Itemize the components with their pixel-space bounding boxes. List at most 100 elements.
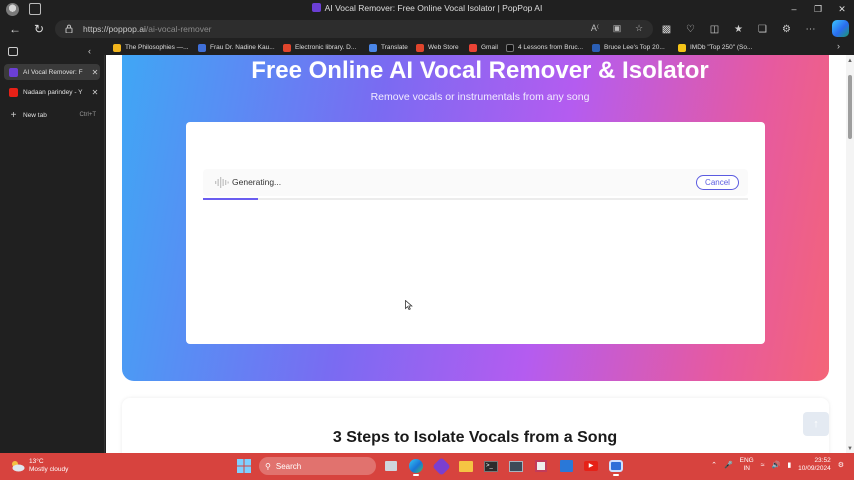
minimize-icon[interactable]: –	[782, 0, 806, 18]
bookmark-item[interactable]: Translate	[369, 41, 408, 54]
notification-bell-icon[interactable]: ⚙	[838, 461, 844, 469]
more-menu-icon[interactable]: ⋯	[801, 21, 820, 37]
performance-icon[interactable]: ⚙	[777, 21, 796, 37]
favorite-star-icon[interactable]: ☆	[633, 22, 645, 35]
bookmark-item[interactable]: IMDb "Top 250" (So...	[678, 41, 752, 54]
webstore-icon	[416, 43, 424, 52]
bookmark-item[interactable]: Bruce Lee's Top 20...	[592, 41, 665, 54]
back-button[interactable]: ←	[7, 21, 23, 37]
copilot-icon[interactable]	[832, 20, 849, 37]
scrollbar-thumb[interactable]	[848, 75, 852, 139]
lock-icon[interactable]	[65, 24, 73, 33]
lang-region: IN	[743, 465, 750, 472]
url-path: /ai-vocal-remover	[145, 24, 212, 34]
bookmark-label: IMDb "Top 250" (So...	[690, 44, 753, 51]
collapse-sidebar-icon[interactable]: ‹	[88, 46, 91, 56]
philosophy-icon	[113, 43, 121, 52]
calendar-app-icon[interactable]	[556, 456, 576, 476]
chevron-right-icon[interactable]: ›	[837, 41, 840, 51]
tab-label: AI Vocal Remover: F	[23, 68, 83, 76]
paint-app-icon[interactable]	[431, 456, 451, 476]
snipping-tool-icon[interactable]	[531, 456, 551, 476]
tab-ai-vocal-remover[interactable]: AI Vocal Remover: F ✕	[4, 64, 100, 80]
task-view-icon[interactable]	[381, 456, 401, 476]
bookmark-label: Frau Dr. Nadine Kau...	[210, 44, 275, 51]
page-scrollbar[interactable]: ▲ ▼	[846, 55, 854, 453]
bookmark-label: Web Store	[428, 44, 459, 51]
bookmark-item[interactable]: The Philosophies —...	[113, 41, 189, 54]
arrow-up-icon: ↑	[813, 418, 819, 430]
bookmark-label: Translate	[381, 44, 408, 51]
window-titlebar: AI Vocal Remover: Free Online Vocal Isol…	[0, 0, 854, 18]
scroll-to-top-button[interactable]: ↑	[803, 412, 829, 436]
weather-description: Mostly cloudy	[29, 466, 69, 473]
generating-status-bar: Generating... Cancel	[203, 169, 748, 196]
screen-recorder-icon[interactable]	[606, 456, 626, 476]
wifi-icon[interactable]: ≈	[761, 462, 765, 469]
youtube-app-icon[interactable]: ▶	[581, 456, 601, 476]
bookmark-label: Gmail	[481, 44, 498, 51]
tab-nadaan-parindey[interactable]: Nadaan parindey - Y ✕	[4, 84, 100, 100]
collections-icon[interactable]: ❏	[753, 21, 772, 37]
new-tab-shortcut: Ctrl+T	[79, 112, 97, 118]
split-screen-icon[interactable]: ◫	[705, 21, 724, 37]
taskbar-search[interactable]: ⚲ Search	[259, 457, 376, 475]
search-placeholder: Search	[275, 461, 302, 471]
medium-icon	[506, 43, 514, 52]
hero-title: Free Online AI Vocal Remover & Isolator	[251, 57, 709, 84]
bookmark-label: Bruce Lee's Top 20...	[604, 44, 665, 51]
language-indicator[interactable]: ENG IN	[740, 457, 754, 473]
upload-card: Generating... Cancel	[186, 122, 765, 344]
close-tab-icon[interactable]: ✕	[90, 68, 100, 77]
bookmark-label: The Philosophies —...	[125, 44, 189, 51]
translate-icon	[369, 43, 377, 52]
read-aloud-icon[interactable]: A⁽	[589, 22, 601, 35]
immersive-reader-icon[interactable]: ▣	[611, 22, 623, 35]
close-tab-icon[interactable]: ✕	[90, 88, 100, 97]
extension-icon[interactable]: ▩	[657, 21, 676, 37]
plus-icon: +	[10, 109, 17, 121]
windows-start-icon[interactable]	[234, 456, 254, 476]
new-tab-button[interactable]: + New tab Ctrl+T	[4, 107, 100, 123]
bookmark-item[interactable]: Gmail	[469, 41, 498, 54]
new-tab-label: New tab	[23, 111, 47, 119]
poppop-favicon-icon	[311, 3, 321, 12]
clock-time: 23:52	[814, 457, 831, 464]
browser-essentials-icon[interactable]: ♡	[681, 21, 700, 37]
navigation-bar: ← ↻ https://poppop.ai/ai-vocal-remover A…	[0, 18, 854, 40]
cancel-button[interactable]: Cancel	[696, 175, 739, 190]
volume-icon[interactable]: 🔊	[772, 461, 781, 469]
file-explorer-icon[interactable]	[456, 456, 476, 476]
edge-icon[interactable]	[406, 456, 426, 476]
bookmark-item[interactable]: 4 Lessons from Bruc...	[506, 41, 583, 54]
wikipedia-icon	[592, 43, 600, 52]
bookmark-item[interactable]: Web Store	[416, 41, 459, 54]
weather-widget[interactable]: 13°C Mostly cloudy	[10, 458, 68, 474]
doc-icon	[198, 43, 206, 52]
address-bar[interactable]: https://poppop.ai/ai-vocal-remover A⁽ ▣ …	[55, 20, 653, 38]
bookmark-label: 4 Lessons from Bruc...	[518, 44, 584, 51]
chevron-up-icon[interactable]: ⌃	[711, 461, 717, 469]
microphone-icon[interactable]: 🎤	[724, 461, 733, 469]
progress-bar	[203, 198, 748, 200]
battery-icon[interactable]: ▮	[787, 461, 791, 469]
web-page: Free Online AI Vocal Remover & Isolator …	[106, 55, 854, 453]
bookmark-item[interactable]: Frau Dr. Nadine Kau...	[198, 41, 275, 54]
bookmark-item[interactable]: Electronic library. D...	[283, 41, 356, 54]
close-window-icon[interactable]: ✕	[830, 0, 854, 18]
url-text[interactable]: https://poppop.ai/ai-vocal-remover	[83, 24, 212, 34]
scroll-down-icon[interactable]: ▼	[847, 446, 853, 452]
bookmarks-bar: The Philosophies —... Frau Dr. Nadine Ka…	[0, 40, 854, 55]
refresh-button[interactable]: ↻	[31, 21, 47, 37]
screen-capture-icon[interactable]	[506, 456, 526, 476]
url-host: https://poppop.ai	[83, 24, 146, 34]
clock[interactable]: 23:52 10/09/2024	[798, 457, 831, 473]
mouse-cursor-icon	[405, 300, 413, 310]
terminal-icon[interactable]: >_	[481, 456, 501, 476]
library-icon	[283, 43, 291, 52]
scroll-up-icon[interactable]: ▲	[847, 58, 853, 64]
favorites-icon[interactable]: ★	[729, 21, 748, 37]
youtube-icon	[9, 87, 18, 97]
restore-icon[interactable]: ❐	[806, 0, 830, 18]
tab-actions-icon[interactable]	[8, 47, 18, 56]
